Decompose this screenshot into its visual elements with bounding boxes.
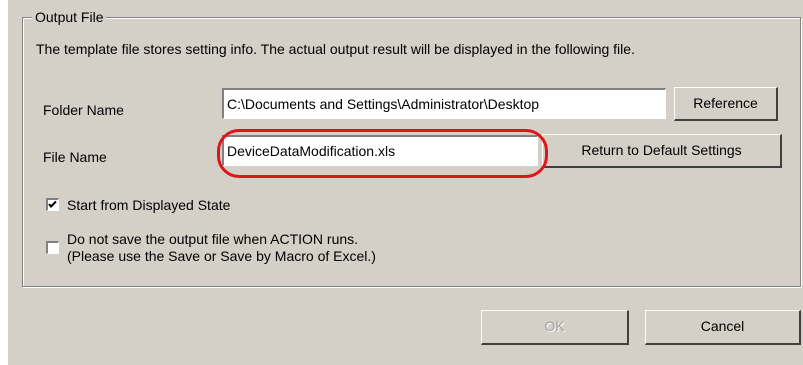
ok-button[interactable]: OK [481,310,629,345]
checkmark-icon [48,200,57,208]
reference-button[interactable]: Reference [674,87,778,121]
start-from-displayed-checkbox[interactable] [46,198,59,211]
do-not-save-label-line1: Do not save the output file when ACTION … [67,231,359,247]
file-name-input[interactable]: DeviceDataModification.xls [222,135,538,166]
cancel-button[interactable]: Cancel [645,310,801,345]
output-settings-dialog: Output File The template file stores set… [8,0,803,365]
return-to-default-button[interactable]: Return to Default Settings [542,134,782,168]
description-text: The template file stores setting info. T… [36,41,635,57]
start-from-displayed-label: Start from Displayed State [67,197,231,213]
folder-name-label: Folder Name [43,102,124,118]
group-title: Output File [32,8,107,26]
do-not-save-label-line2: (Please use the Save or Save by Macro of… [67,248,376,264]
do-not-save-checkbox[interactable] [46,241,59,254]
folder-name-input[interactable]: C:\Documents and Settings\Administrator\… [222,88,666,119]
file-name-label: File Name [43,149,107,165]
